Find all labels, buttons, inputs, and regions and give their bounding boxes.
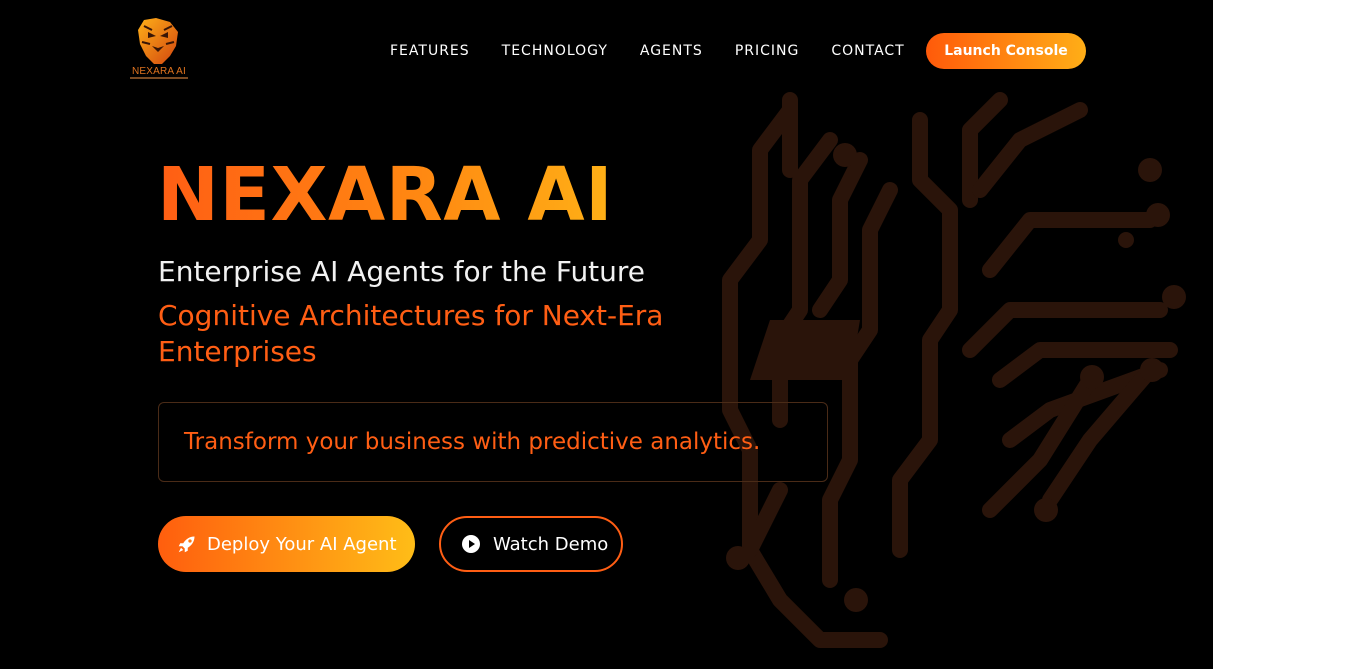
nav-features[interactable]: FEATURES [390, 43, 470, 59]
nav-contact[interactable]: CONTACT [831, 43, 904, 59]
landing-page: NEXARA AI FEATURES TECHNOLOGY AGENTS PRI… [0, 0, 1213, 669]
deploy-agent-label: Deploy Your AI Agent [207, 533, 397, 555]
lion-head-icon [138, 18, 178, 64]
deploy-agent-button[interactable]: Deploy Your AI Agent [158, 516, 415, 572]
brand-logo[interactable]: NEXARA AI [128, 16, 190, 80]
logo-wordmark: NEXARA AI [131, 66, 187, 77]
typed-text-box: Transform your business with predictive … [158, 402, 828, 482]
watch-demo-button[interactable]: Watch Demo [439, 516, 623, 572]
circuit-head-icon [722, 92, 1186, 648]
nav-pricing[interactable]: PRICING [735, 43, 800, 59]
main-nav: FEATURES TECHNOLOGY AGENTS PRICING CONTA… [390, 33, 937, 69]
launch-console-button[interactable]: Launch Console [926, 33, 1086, 69]
rocket-icon [178, 535, 196, 553]
play-circle-icon [461, 534, 481, 554]
hero-title: NEXARA AI [157, 152, 614, 238]
hero-tagline: Cognitive Architectures for Next-Era Ent… [158, 299, 664, 368]
logo-tagline-rule [130, 77, 188, 79]
typed-text: Transform your business with predictive … [184, 429, 761, 455]
hero-subtitle: Enterprise AI Agents for the Future [158, 255, 646, 288]
nav-agents[interactable]: AGENTS [640, 43, 703, 59]
nav-technology[interactable]: TECHNOLOGY [502, 43, 608, 59]
watch-demo-label: Watch Demo [493, 533, 609, 555]
